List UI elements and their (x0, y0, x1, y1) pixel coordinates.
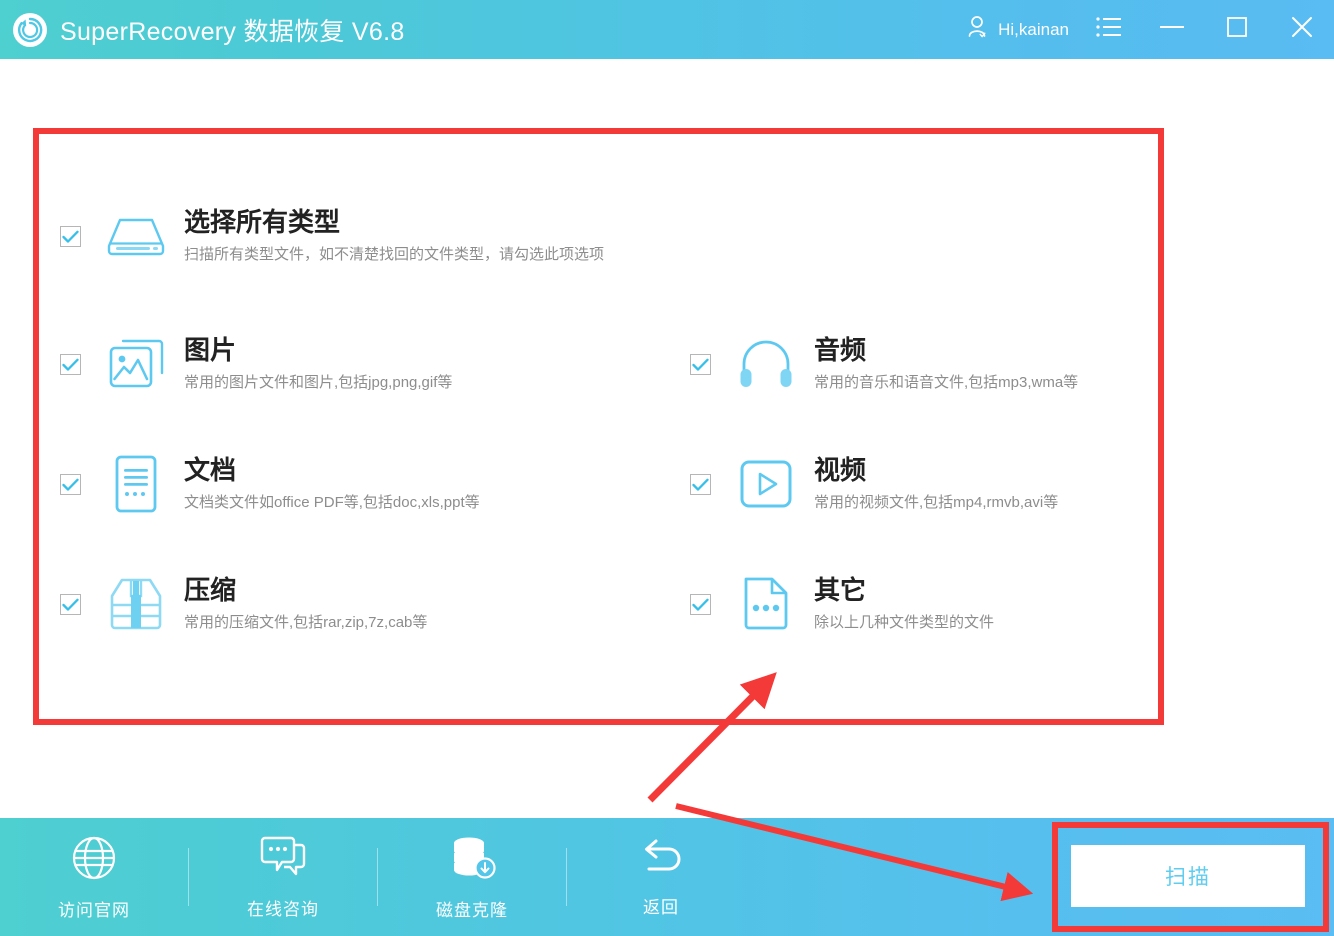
filetype-row-document[interactable]: 文档 文档类文件如office PDF等,包括doc,xls,ppt等 (60, 452, 690, 572)
close-icon (1289, 14, 1315, 45)
filetype-title: 其它 (814, 572, 994, 608)
close-button[interactable] (1269, 0, 1334, 59)
filetype-title: 图片 (184, 332, 452, 368)
filetype-title: 文档 (184, 452, 480, 488)
checkbox-document[interactable] (60, 474, 81, 495)
filetype-row-video[interactable]: 视频 常用的视频文件,包括mp4,rmvb,avi等 (690, 452, 1140, 572)
checkbox-select-all[interactable] (60, 226, 81, 247)
globe-icon (70, 834, 118, 887)
tool-back[interactable]: 返回 (567, 818, 755, 936)
filetype-title: 选择所有类型 (184, 204, 604, 240)
tool-label: 磁盘克隆 (436, 896, 508, 921)
user-account-button[interactable]: Hi,kainan (957, 15, 1079, 44)
menu-button[interactable] (1079, 0, 1139, 59)
filetype-text-video: 视频 常用的视频文件,包括mp4,rmvb,avi等 (814, 452, 1058, 515)
tool-visit-website[interactable]: 访问官网 (0, 818, 188, 936)
image-icon (105, 333, 167, 395)
filetype-text-document: 文档 文档类文件如office PDF等,包括doc,xls,ppt等 (184, 452, 480, 515)
other-file-icon (735, 573, 797, 635)
checkbox-image[interactable] (60, 354, 81, 375)
checkbox-other[interactable] (690, 594, 711, 615)
tool-label: 访问官网 (58, 896, 130, 921)
main-content: 选择所有类型 扫描所有类型文件，如不清楚找回的文件类型，请勾选此项选项 (0, 59, 1334, 818)
filetype-title: 音频 (814, 332, 1078, 368)
filetype-row-other[interactable]: 其它 除以上几种文件类型的文件 (690, 572, 1140, 692)
recovery-logo-icon (11, 11, 49, 49)
window-controls: Hi,kainan (957, 0, 1334, 59)
checkbox-archive[interactable] (60, 594, 81, 615)
user-icon (967, 15, 989, 44)
filetype-text-select-all: 选择所有类型 扫描所有类型文件，如不清楚找回的文件类型，请勾选此项选项 (184, 204, 604, 267)
filetype-desc: 常用的视频文件,包括mp4,rmvb,avi等 (814, 491, 1058, 515)
filetype-desc: 常用的图片文件和图片,包括jpg,png,gif等 (184, 371, 452, 395)
file-type-panel: 选择所有类型 扫描所有类型文件，如不清楚找回的文件类型，请勾选此项选项 (39, 134, 1158, 719)
tool-label: 在线咨询 (247, 895, 319, 920)
document-icon (105, 453, 167, 515)
filetype-text-other: 其它 除以上几种文件类型的文件 (814, 572, 994, 635)
disk-clone-icon (448, 834, 496, 887)
filetype-desc: 除以上几种文件类型的文件 (814, 611, 994, 635)
filetype-text-archive: 压缩 常用的压缩文件,包括rar,zip,7z,cab等 (184, 572, 427, 635)
page-title: SuperRecovery 数据恢复 V6.8 (60, 12, 405, 48)
minimize-button[interactable] (1139, 0, 1204, 59)
maximize-icon (1225, 15, 1249, 44)
title-bar: SuperRecovery 数据恢复 V6.8 Hi,kainan (0, 0, 1334, 59)
filetype-row-audio[interactable]: 音频 常用的音乐和语音文件,包括mp3,wma等 (690, 332, 1140, 452)
minimize-icon (1158, 17, 1186, 42)
filetype-desc: 常用的压缩文件,包括rar,zip,7z,cab等 (184, 611, 427, 635)
filetype-text-audio: 音频 常用的音乐和语音文件,包括mp3,wma等 (814, 332, 1078, 395)
hard-disk-icon (105, 205, 167, 267)
filetype-title: 压缩 (184, 572, 427, 608)
filetype-row-select-all[interactable]: 选择所有类型 扫描所有类型文件，如不清楚找回的文件类型，请勾选此项选项 (60, 204, 604, 267)
video-play-icon (735, 453, 797, 515)
filetype-grid: 图片 常用的图片文件和图片,包括jpg,png,gif等 (60, 332, 1140, 692)
list-menu-icon (1096, 16, 1122, 43)
back-arrow-icon (637, 837, 685, 884)
chat-bubble-icon (258, 835, 308, 886)
checkbox-video[interactable] (690, 474, 711, 495)
filetype-row-archive[interactable]: 压缩 常用的压缩文件,包括rar,zip,7z,cab等 (60, 572, 690, 692)
headphones-icon (735, 333, 797, 395)
checkbox-audio[interactable] (690, 354, 711, 375)
filetype-text-image: 图片 常用的图片文件和图片,包括jpg,png,gif等 (184, 332, 452, 395)
tool-label: 返回 (643, 893, 679, 918)
filetype-title: 视频 (814, 452, 1058, 488)
tool-disk-clone[interactable]: 磁盘克隆 (378, 818, 566, 936)
maximize-button[interactable] (1204, 0, 1269, 59)
filetype-row-image[interactable]: 图片 常用的图片文件和图片,包括jpg,png,gif等 (60, 332, 690, 452)
filetype-desc: 常用的音乐和语音文件,包括mp3,wma等 (814, 371, 1078, 395)
scan-button[interactable]: 扫描 (1071, 845, 1305, 907)
archive-icon (105, 573, 167, 635)
tool-online-chat[interactable]: 在线咨询 (189, 818, 377, 936)
user-name-label: Hi,kainan (998, 20, 1069, 40)
application-window: SuperRecovery 数据恢复 V6.8 Hi,kainan (0, 0, 1334, 936)
filetype-desc: 文档类文件如office PDF等,包括doc,xls,ppt等 (184, 491, 480, 515)
filetype-desc: 扫描所有类型文件，如不清楚找回的文件类型，请勾选此项选项 (184, 243, 604, 267)
